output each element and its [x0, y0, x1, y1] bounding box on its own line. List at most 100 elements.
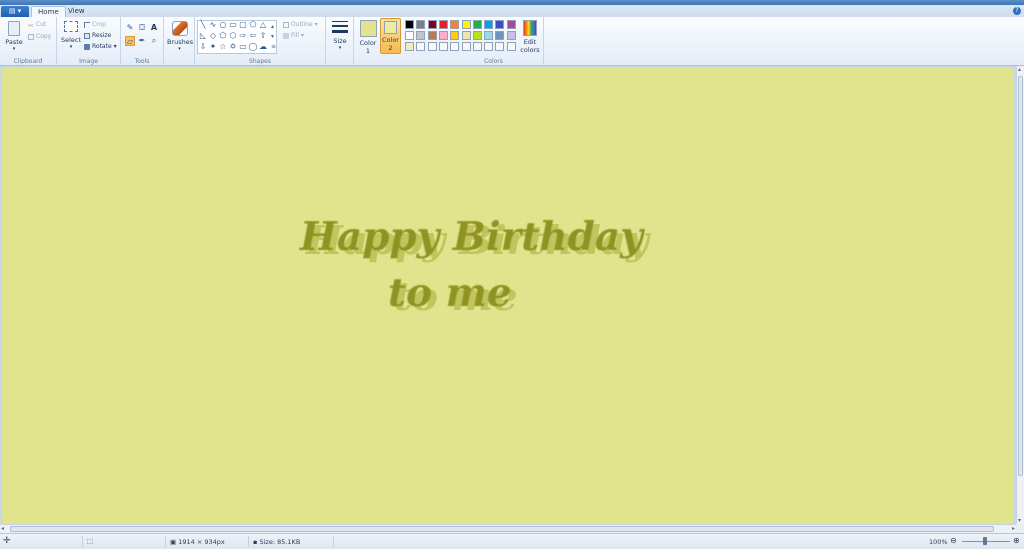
rounded-rectangle-shape-icon[interactable]: ▢: [238, 20, 248, 30]
scroll-left-icon[interactable]: ◂: [1, 525, 4, 532]
fill-button[interactable]: Fill ▾: [283, 32, 304, 39]
outline-button[interactable]: Outline ▾: [283, 21, 318, 28]
image-dimensions-icon: ▣: [170, 538, 177, 546]
palette-swatch[interactable]: [405, 31, 414, 40]
palette-swatch[interactable]: [416, 42, 426, 51]
palette-swatch[interactable]: [506, 42, 516, 51]
brushes-label: Brushes: [167, 38, 194, 46]
size-button[interactable]: Size ▾: [329, 21, 351, 51]
shapes-scroll-down-icon[interactable]: ▾: [271, 33, 274, 40]
shapes-expand-icon[interactable]: ≡: [271, 43, 276, 50]
palette-swatch[interactable]: [506, 31, 516, 40]
color1-button[interactable]: Color 1: [357, 20, 379, 55]
cut-button[interactable]: ✂ Cut: [28, 21, 47, 30]
oval-callout-shape-icon[interactable]: ◯: [248, 42, 258, 52]
text-tool-icon[interactable]: A: [149, 23, 159, 33]
edit-colors-button[interactable]: Edit colors: [518, 20, 542, 54]
clipboard-caption: Clipboard: [13, 58, 43, 65]
triangle-shape-icon[interactable]: △: [258, 20, 268, 30]
tab-home[interactable]: Home: [31, 6, 66, 17]
cut-label: Cut: [35, 21, 47, 28]
magnifier-icon[interactable]: ⌕: [149, 36, 159, 46]
copy-button[interactable]: Copy: [28, 33, 51, 40]
pencil-icon[interactable]: ✎: [125, 23, 135, 33]
pentagon-shape-icon[interactable]: ⬠: [218, 31, 228, 41]
palette-swatch[interactable]: [438, 31, 448, 40]
palette-swatch[interactable]: [427, 31, 437, 40]
oval-shape-icon[interactable]: ○: [218, 20, 228, 30]
palette-swatch[interactable]: [472, 20, 482, 29]
down-arrow-shape-icon[interactable]: ⇩: [198, 42, 208, 52]
polygon-shape-icon[interactable]: ⬠: [248, 20, 258, 30]
palette-swatch[interactable]: [438, 20, 448, 29]
palette-swatch[interactable]: [405, 42, 414, 51]
palette-swatch[interactable]: [427, 42, 437, 51]
right-triangle-shape-icon[interactable]: ◺: [198, 31, 208, 41]
palette-swatch[interactable]: [472, 31, 482, 40]
scissors-icon: ✂: [28, 21, 34, 30]
palette-swatch[interactable]: [484, 42, 494, 51]
palette-swatch[interactable]: [461, 42, 471, 51]
palette-swatch[interactable]: [472, 42, 482, 51]
brushes-button[interactable]: Brushes ▾: [167, 21, 194, 52]
curve-shape-icon[interactable]: ∿: [208, 20, 218, 30]
palette-swatch[interactable]: [461, 20, 471, 29]
scroll-right-icon[interactable]: ▸: [1012, 525, 1015, 532]
horizontal-scroll-thumb[interactable]: [10, 526, 994, 532]
fill-bucket-icon[interactable]: ⛋: [137, 23, 147, 33]
palette-swatch[interactable]: [461, 31, 471, 40]
vertical-scroll-thumb[interactable]: [1018, 76, 1023, 476]
color2-number: 2: [388, 44, 393, 52]
zoom-in-icon[interactable]: ⊕: [1013, 536, 1020, 545]
palette-swatch[interactable]: [427, 20, 437, 29]
up-arrow-shape-icon[interactable]: ⇧: [258, 31, 268, 41]
palette-swatch[interactable]: [416, 20, 426, 29]
zoom-slider-thumb[interactable]: [983, 537, 987, 545]
six-point-star-shape-icon[interactable]: ✡: [228, 42, 238, 52]
palette-swatch[interactable]: [484, 20, 494, 29]
image-caption: Image: [79, 58, 98, 65]
palette-swatch[interactable]: [450, 42, 460, 51]
tab-view[interactable]: View: [62, 6, 91, 17]
select-button[interactable]: Select ▾: [60, 21, 82, 50]
four-point-star-shape-icon[interactable]: ✦: [208, 42, 218, 52]
resize-button[interactable]: Resize: [84, 32, 111, 39]
line-shape-icon[interactable]: ╲: [198, 20, 208, 30]
hexagon-shape-icon[interactable]: ⬡: [228, 31, 238, 41]
right-arrow-shape-icon[interactable]: ⇨: [238, 31, 248, 41]
horizontal-scrollbar[interactable]: ◂ ▸: [0, 524, 1016, 533]
five-point-star-shape-icon[interactable]: ☆: [218, 42, 228, 52]
palette-swatch[interactable]: [416, 31, 426, 40]
paste-button[interactable]: Paste ▾: [3, 21, 25, 52]
palette-swatch[interactable]: [438, 42, 448, 51]
palette-swatch[interactable]: [495, 20, 505, 29]
cloud-callout-shape-icon[interactable]: ☁: [258, 42, 268, 52]
scroll-down-icon[interactable]: ▾: [1018, 517, 1021, 524]
palette-swatch[interactable]: [495, 42, 505, 51]
rotate-button[interactable]: Rotate ▾: [84, 43, 117, 50]
rectangle-shape-icon[interactable]: ▭: [228, 20, 238, 30]
file-menu-button[interactable]: ▤ ▾: [1, 6, 29, 17]
zoom-out-icon[interactable]: ⊖: [950, 536, 957, 545]
size-group: Size ▾: [326, 17, 354, 66]
scroll-up-icon[interactable]: ▴: [1018, 66, 1021, 73]
palette-swatch[interactable]: [495, 31, 505, 40]
palette-swatch[interactable]: [506, 20, 516, 29]
shapes-scroll-up-icon[interactable]: ▴: [271, 23, 274, 30]
callout-shape-icon[interactable]: ▭: [238, 42, 248, 52]
vertical-scrollbar[interactable]: ▴ ▾: [1016, 66, 1024, 524]
drawing-canvas[interactable]: Happy Birthday Happy Birthday to me to m…: [2, 68, 1014, 524]
crop-button[interactable]: Crop: [84, 21, 106, 28]
color1-number: 1: [365, 47, 371, 55]
palette-swatch[interactable]: [450, 31, 460, 40]
eraser-icon[interactable]: ▱: [125, 36, 135, 46]
color2-button[interactable]: Color 2: [380, 18, 401, 54]
diamond-shape-icon[interactable]: ◇: [208, 31, 218, 41]
color-picker-icon[interactable]: ✒: [137, 36, 147, 46]
help-icon[interactable]: ?: [1013, 7, 1021, 15]
palette-swatch[interactable]: [450, 20, 460, 29]
left-arrow-shape-icon[interactable]: ⇦: [248, 31, 258, 41]
palette-swatch[interactable]: [484, 31, 494, 40]
status-divider: [165, 536, 166, 547]
palette-swatch[interactable]: [405, 20, 414, 29]
